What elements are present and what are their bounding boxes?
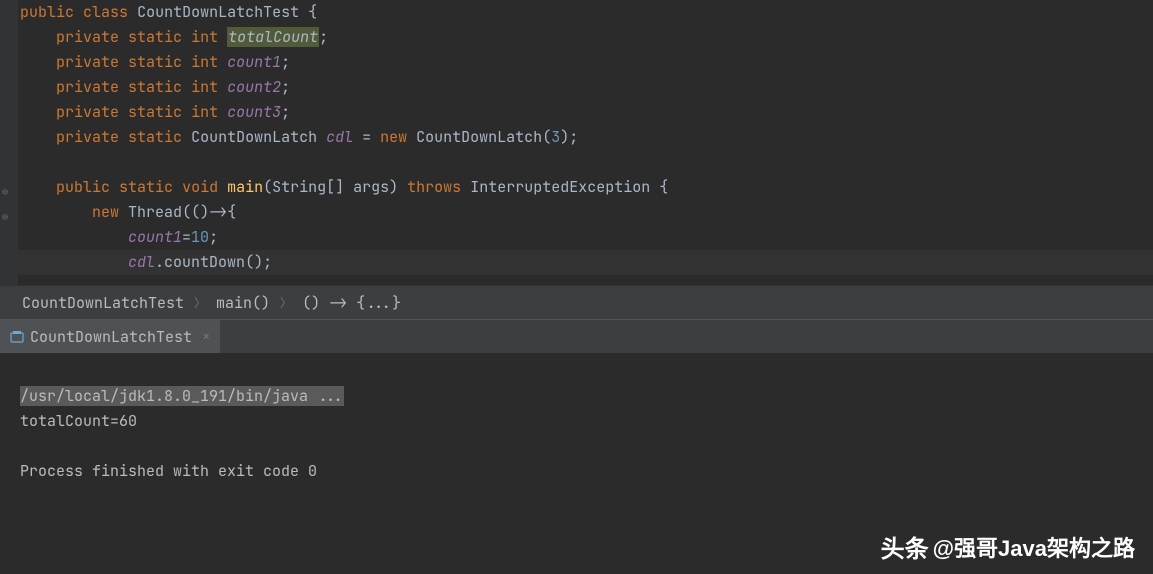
watermark-logo: 头条 bbox=[881, 529, 929, 564]
code-line[interactable]: private static int totalCount; bbox=[8, 25, 1153, 50]
highlighted-field: totalCount bbox=[227, 27, 319, 47]
breadcrumb-item[interactable]: CountDownLatchTest bbox=[22, 293, 184, 313]
console-line: totalCount=60 bbox=[20, 411, 137, 431]
run-config-icon bbox=[10, 330, 24, 344]
code-line[interactable]: private static CountDownLatch cdl = new … bbox=[8, 125, 1153, 150]
fold-icon[interactable]: ⊖ bbox=[2, 185, 8, 198]
code-line[interactable]: private static int count1; bbox=[8, 50, 1153, 75]
run-tab-label: CountDownLatchTest bbox=[30, 327, 192, 347]
console-command: /usr/local/jdk1.8.0_191/bin/java ... bbox=[20, 386, 344, 406]
watermark-text: @强哥Java架构之路 bbox=[933, 531, 1135, 563]
code-line[interactable]: new Thread(()->{ bbox=[8, 200, 1153, 225]
fold-icon[interactable]: ⊖ bbox=[2, 210, 8, 223]
close-icon[interactable]: × bbox=[202, 328, 210, 346]
run-tabs-bar: CountDownLatchTest × bbox=[0, 319, 1153, 353]
watermark: 头条 @强哥Java架构之路 bbox=[881, 529, 1135, 564]
code-line[interactable] bbox=[8, 150, 1153, 175]
breadcrumb-item[interactable]: main() bbox=[216, 293, 270, 313]
breadcrumb: CountDownLatchTest 〉 main() 〉 () -> {...… bbox=[0, 285, 1153, 319]
code-line[interactable]: public static void main(String[] args) t… bbox=[8, 175, 1153, 200]
code-line[interactable]: public class CountDownLatchTest { bbox=[8, 0, 1153, 25]
gutter: ⊖ ⊖ bbox=[0, 0, 18, 285]
chevron-right-icon: 〉 bbox=[194, 294, 206, 311]
code-line[interactable]: private static int count2; bbox=[8, 75, 1153, 100]
keyword: class bbox=[83, 2, 128, 22]
run-tab[interactable]: CountDownLatchTest × bbox=[0, 320, 220, 353]
keyword: public bbox=[20, 2, 74, 22]
console-line: Process finished with exit code 0 bbox=[20, 461, 317, 481]
code-line[interactable]: cdl.countDown(); bbox=[8, 250, 1153, 275]
breadcrumb-item[interactable]: () -> {...} bbox=[302, 293, 401, 313]
code-editor[interactable]: ⊖ ⊖ public class CountDownLatchTest { pr… bbox=[0, 0, 1153, 285]
code-line[interactable]: count1=10; bbox=[8, 225, 1153, 250]
code-line[interactable]: private static int count3; bbox=[8, 100, 1153, 125]
console-output[interactable]: /usr/local/jdk1.8.0_191/bin/java ... tot… bbox=[0, 353, 1153, 490]
classname: CountDownLatchTest bbox=[137, 2, 299, 22]
chevron-right-icon: 〉 bbox=[280, 294, 292, 311]
